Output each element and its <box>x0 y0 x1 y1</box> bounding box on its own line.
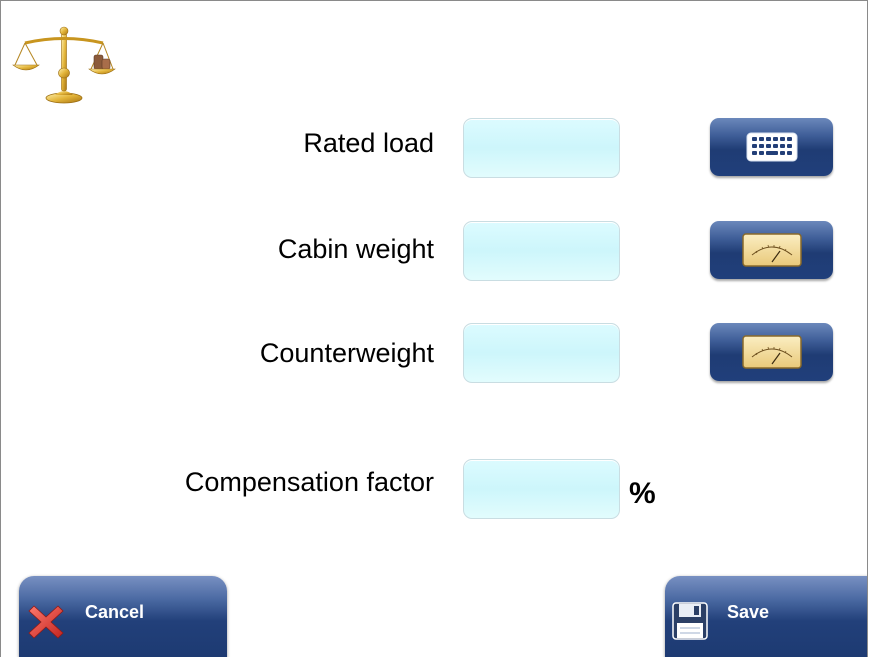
keyboard-button[interactable] <box>710 118 833 176</box>
counterweight-label: Counterweight <box>259 338 434 368</box>
rated-load-label: Rated load <box>303 128 434 158</box>
cancel-button-label: Cancel <box>85 602 145 622</box>
weighing-gauge-icon <box>741 335 802 369</box>
compensation-factor-label: Compensation factor <box>184 467 434 497</box>
compensation-factor-input[interactable] <box>464 460 619 518</box>
keyboard-icon <box>746 132 797 162</box>
counterweight-input[interactable] <box>464 324 619 382</box>
counterweight-field[interactable] <box>463 323 620 383</box>
cabin-weight-measure-button[interactable] <box>710 221 833 279</box>
cabin-weight-field[interactable] <box>463 221 620 281</box>
rated-load-field[interactable] <box>463 118 620 178</box>
save-disk-icon <box>672 602 708 640</box>
weighing-gauge-icon <box>741 233 802 267</box>
close-icon <box>28 605 64 639</box>
counterweight-measure-button[interactable] <box>710 323 833 381</box>
save-button[interactable]: Save <box>665 576 867 657</box>
window-frame: Rated load Cabin weight Counterweight Co… <box>0 0 868 657</box>
cancel-button[interactable]: Cancel <box>19 576 227 657</box>
scales-icon <box>12 26 116 104</box>
save-button-label: Save <box>727 602 770 622</box>
percent-unit-label: % <box>629 477 656 510</box>
rated-load-input[interactable] <box>464 119 619 177</box>
cabin-weight-input[interactable] <box>464 222 619 280</box>
cabin-weight-label: Cabin weight <box>277 234 434 264</box>
compensation-factor-field[interactable] <box>463 459 620 519</box>
